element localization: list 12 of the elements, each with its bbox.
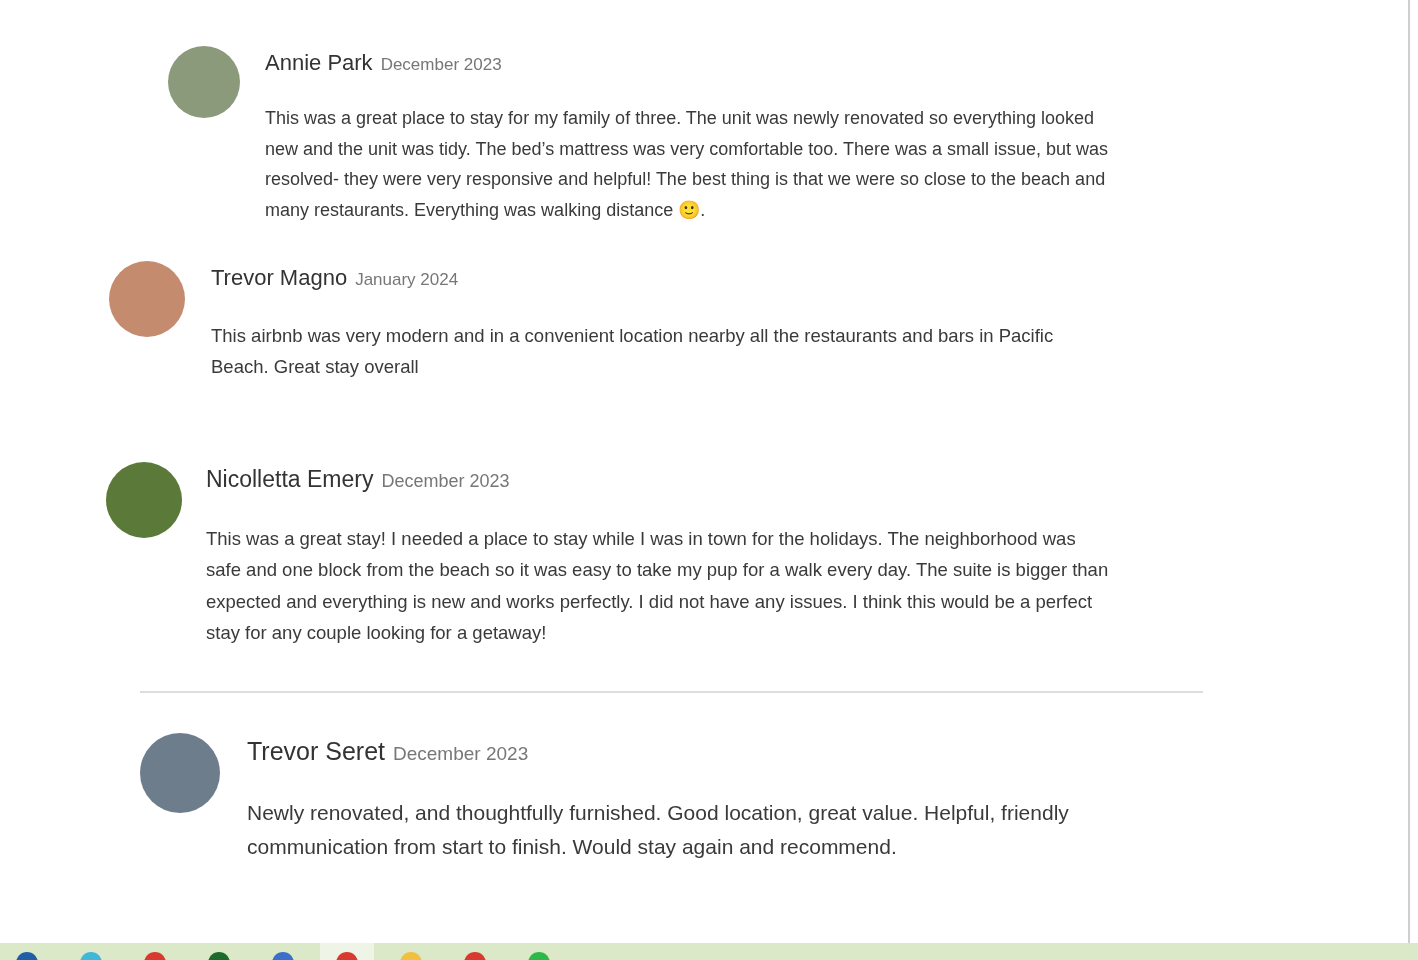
- review-date: January 2024: [355, 269, 459, 291]
- review-date: December 2023: [393, 741, 529, 766]
- review-date: December 2023: [380, 54, 502, 76]
- review-text: This was a great stay! I needed a place to stay while I was in town for the holidays. The neighborhood was safe and one block from the beach so it was easy to take my pup for a walk every day. The suite is bigger than expected and everything is new and works perfectly. I did not have any issues. I think this would be a perfect stay for any couple looking for a getaway!: [206, 526, 1110, 646]
- reviewer-name: Trevor Magno: [211, 264, 348, 292]
- review-text: Newly renovated, and thoughtfully furnished. Good location, great value. Helpful, friendly communication from start to finish. Would stay again and recommend.: [247, 800, 1070, 861]
- reviewer-name: Nicolletta Emery: [206, 465, 374, 494]
- reviewer-name: Trevor Seret: [247, 735, 385, 767]
- review-date: December 2023: [381, 470, 510, 493]
- review-text: This airbnb was very modern and in a convenient location nearby all the restaurants and bars in Pacific Beach. Great stay overall: [211, 324, 1055, 379]
- reviewer-name: Annie Park: [265, 49, 373, 77]
- review-text: This was a great place to stay for my family of three. The unit was newly renovated so everything looked new and the unit was tidy. The bed’s mattress was very comfortable too. There was a small issue, but was resolved- they were very responsive and helpful! The best thing is that we were so close to the beach and many restaurants. Everything was walking distance 🙂.: [265, 107, 1110, 222]
